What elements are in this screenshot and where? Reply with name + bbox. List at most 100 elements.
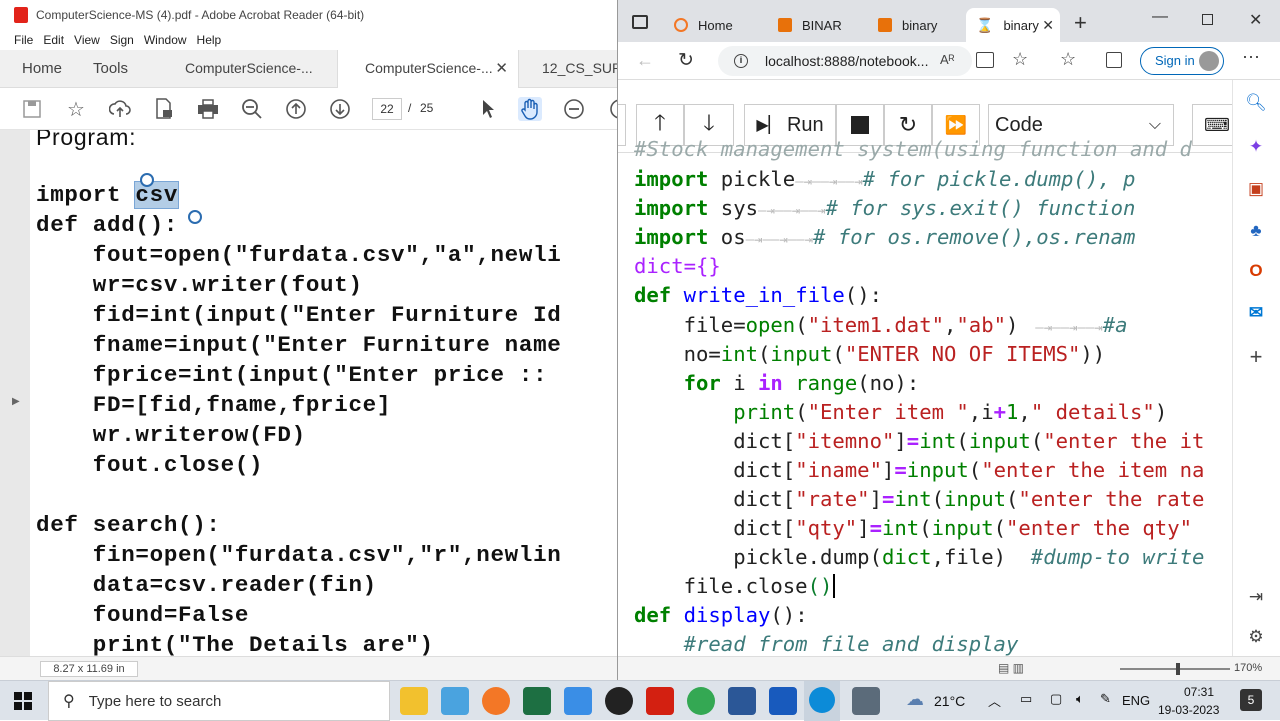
kw-def: def xyxy=(634,283,672,307)
zoom-out-icon[interactable] xyxy=(562,97,586,121)
upload-icon[interactable] xyxy=(108,97,132,121)
tab-document-1[interactable]: ComputerScience-... xyxy=(185,50,313,88)
copilot-icon[interactable]: ✦ xyxy=(1245,136,1267,158)
new-tab-icon[interactable]: + xyxy=(1074,10,1087,36)
edge-tab-binary-active[interactable]: ⌛ binary ✕ xyxy=(966,8,1060,42)
chrome-icon[interactable] xyxy=(687,687,715,715)
menu-sign[interactable]: Sign xyxy=(110,33,134,47)
read-aloud-icon[interactable]: Aᴿ xyxy=(940,52,955,67)
menu-window[interactable]: Window xyxy=(144,33,187,47)
zoom-in-partial-icon[interactable] xyxy=(604,97,617,121)
tab-home[interactable]: Home xyxy=(22,50,62,88)
builtin: int xyxy=(720,342,758,366)
code-cell[interactable]: #Stock management system(using function … xyxy=(618,137,1232,660)
notification-badge[interactable]: 5 xyxy=(1240,689,1262,711)
tab-document-3[interactable]: 12_CS_SUPP xyxy=(542,50,617,88)
office-icon[interactable]: O xyxy=(1245,260,1267,282)
collections-icon[interactable] xyxy=(1106,52,1122,68)
function-name: display xyxy=(671,603,771,627)
obs-icon[interactable] xyxy=(605,687,633,715)
back-icon[interactable]: ← xyxy=(636,50,654,71)
menu-help[interactable]: Help xyxy=(197,33,222,47)
language-indicator[interactable]: ENG xyxy=(1122,693,1150,708)
info-icon[interactable]: i xyxy=(734,54,748,68)
star-icon[interactable]: ☆ xyxy=(64,97,88,121)
cell-type-value: Code xyxy=(995,113,1043,136)
selection-handle-start[interactable] xyxy=(140,173,154,187)
pen-icon[interactable]: ✎ xyxy=(1100,691,1111,707)
network-icon[interactable]: ▭ xyxy=(1020,691,1032,707)
selection-handle-end[interactable] xyxy=(188,210,202,224)
minimize-icon[interactable]: — xyxy=(1152,8,1168,26)
weather-icon[interactable]: ☁ xyxy=(906,689,924,710)
favorites-icon[interactable]: ☆ xyxy=(1060,49,1076,70)
view-mode-icon[interactable]: ▤ ▥ xyxy=(998,661,1024,675)
search-icon[interactable]: 🔍︎ xyxy=(1245,92,1267,114)
maximize-icon[interactable] xyxy=(1202,14,1213,25)
sign-in-button[interactable]: Sign in xyxy=(1140,47,1224,75)
word-icon[interactable] xyxy=(769,687,797,715)
battery-icon[interactable]: ▢ xyxy=(1050,691,1062,707)
windows-start-icon[interactable] xyxy=(14,692,32,710)
menu-view[interactable]: View xyxy=(74,33,100,47)
keyboard-button[interactable]: ⌨ xyxy=(1192,104,1232,146)
clock-time[interactable]: 07:31 xyxy=(1184,685,1214,699)
tools-icon[interactable]: ♣ xyxy=(1245,220,1267,242)
refresh-icon[interactable]: ↻ xyxy=(678,49,694,72)
settings-gear-icon[interactable]: ⚙ xyxy=(1245,626,1267,648)
edge-taskbar-active[interactable] xyxy=(804,681,840,721)
shopping-icon[interactable]: ▣ xyxy=(1245,178,1267,200)
jupyter-taskbar-icon[interactable] xyxy=(482,687,510,715)
edge-tab-binary-1[interactable]: BINAR xyxy=(768,8,868,42)
lock-file-icon[interactable] xyxy=(152,97,176,121)
menu-file[interactable]: File xyxy=(14,33,33,47)
acrobat-taskbar-icon[interactable] xyxy=(646,687,674,715)
page-up-icon[interactable] xyxy=(284,97,308,121)
code-token: ,i xyxy=(968,400,994,424)
immersive-reader-icon[interactable] xyxy=(976,52,994,68)
close-tab-icon[interactable]: ✕ xyxy=(495,50,508,87)
close-window-icon[interactable]: ✕ xyxy=(1249,10,1262,30)
tab-tools[interactable]: Tools xyxy=(93,50,128,88)
pdf-selected-text[interactable]: csv xyxy=(134,181,180,209)
outlook-icon[interactable]: ✉ xyxy=(1245,302,1267,324)
excel-icon[interactable] xyxy=(523,687,551,715)
url-field[interactable]: i localhost:8888/notebook... xyxy=(718,46,972,76)
string: "Enter item " xyxy=(807,400,969,424)
menu-edit[interactable]: Edit xyxy=(43,33,64,47)
favorites-add-icon[interactable]: ☆ xyxy=(1012,49,1028,70)
page-number-input[interactable]: 22 xyxy=(372,98,402,120)
acrobat-window-title: ComputerScience-MS (4).pdf - Adobe Acrob… xyxy=(36,8,365,22)
file-explorer-icon[interactable] xyxy=(400,687,428,715)
close-tab-icon[interactable]: ✕ xyxy=(1042,17,1054,34)
save-icon[interactable] xyxy=(20,97,44,121)
store-icon[interactable] xyxy=(441,687,469,715)
edge-tab-home[interactable]: Home xyxy=(664,8,768,42)
select-cursor-icon[interactable] xyxy=(476,97,500,121)
chevron-up-icon[interactable]: ︿ xyxy=(988,691,1001,710)
hand-tool-icon[interactable] xyxy=(518,97,542,121)
app-icon[interactable] xyxy=(728,687,756,715)
taskbar-search-box[interactable]: ⚲ Type here to search xyxy=(48,681,390,721)
more-options-icon[interactable]: ··· xyxy=(1242,46,1260,67)
code-token: ( xyxy=(832,342,845,366)
network-app-icon[interactable] xyxy=(564,687,592,715)
print-icon[interactable] xyxy=(196,97,220,121)
left-panel-expand-icon[interactable]: ▶ xyxy=(12,396,20,407)
tab-document-2[interactable]: ComputerScience-... ✕ xyxy=(337,50,519,88)
sidebar-toggle-icon[interactable]: ⇥ xyxy=(1245,586,1267,608)
app-icon[interactable] xyxy=(852,687,880,715)
zoom-slider-thumb[interactable] xyxy=(1176,663,1180,675)
pdf-line: def add(): xyxy=(36,212,179,238)
edge-tab-binary-2[interactable]: binary xyxy=(868,8,964,42)
add-sidebar-app-icon[interactable]: + xyxy=(1245,344,1267,369)
zoom-search-icon[interactable] xyxy=(240,97,264,121)
clock-date[interactable]: 19-03-2023 xyxy=(1158,703,1219,717)
weather-temp[interactable]: 21°C xyxy=(934,693,965,709)
string: "qty" xyxy=(795,516,858,540)
zoom-slider[interactable] xyxy=(1120,668,1230,670)
code-token: ( xyxy=(795,313,808,337)
tab-actions-icon[interactable] xyxy=(632,15,648,29)
volume-icon[interactable]: 🔈︎ xyxy=(1076,691,1084,707)
page-down-icon[interactable] xyxy=(328,97,352,121)
